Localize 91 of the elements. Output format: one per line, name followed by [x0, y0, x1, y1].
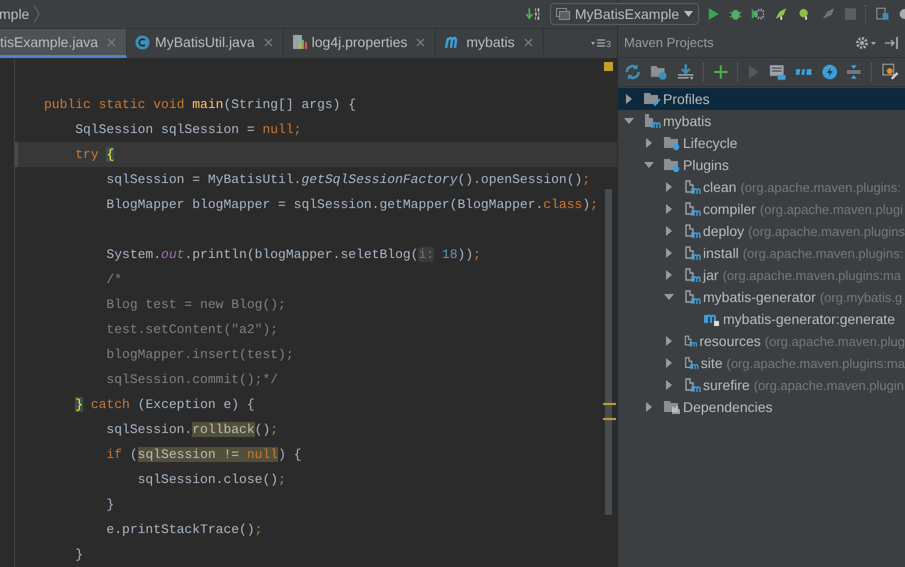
code-line: if (sqlSession != null) { [105, 446, 302, 464]
close-icon[interactable] [416, 38, 426, 46]
tree-item[interactable]: Dependencies [618, 396, 905, 418]
close-icon[interactable] [264, 38, 273, 46]
tree-item[interactable]: jar (org.apache.maven.plugins:ma [618, 264, 905, 286]
code-line: /* [105, 271, 124, 289]
plugin-icon [683, 223, 701, 239]
code-line: public static void main(String[] args) { [43, 96, 358, 114]
panel-title: Maven Projects [624, 35, 715, 50]
close-icon[interactable] [524, 38, 533, 46]
caret-icon [684, 11, 694, 17]
run-configuration-dropdown[interactable]: MyBatisExample [550, 3, 700, 25]
code-line: sqlSession.rollback(); [105, 421, 280, 439]
collapse-icon[interactable] [846, 64, 862, 80]
collapsed-arrow-icon[interactable] [624, 94, 634, 104]
collapsed-arrow-icon[interactable] [664, 226, 674, 236]
scrollbar[interactable] [605, 189, 612, 515]
collapsed-arrow-icon[interactable] [644, 138, 654, 148]
warning-marker [604, 62, 613, 71]
module-icon [643, 113, 661, 129]
code-line: e.printStackTrace(); [105, 521, 264, 539]
settings-icon[interactable] [855, 36, 877, 50]
code-line: Blog test = new Blog(); [105, 296, 287, 314]
plus-icon[interactable] [714, 65, 728, 79]
editor-tab[interactable]: mybatis [436, 29, 544, 58]
editor-tab[interactable]: log4j.properties [284, 29, 436, 58]
code-line: } catch (Exception e) { [74, 396, 256, 414]
plugin-icon [683, 267, 701, 283]
plugin-icon [683, 355, 699, 371]
tree-item[interactable]: clean (org.apache.maven.plugins: [618, 176, 905, 198]
tree-item[interactable]: install (org.apache.maven.plugins: [618, 242, 905, 264]
code-line: System.out.println(blogMapper.seletBlog(i: 18)); [105, 246, 482, 264]
lightning-icon[interactable] [822, 64, 838, 80]
code-line: } [105, 496, 116, 514]
tree-item[interactable]: Profiles [618, 88, 905, 110]
collapsed-arrow-icon[interactable] [664, 204, 674, 214]
plugin-icon [683, 201, 701, 217]
windows-icon [556, 8, 570, 20]
document-icon[interactable] [768, 63, 786, 81]
sort-icon[interactable] [526, 6, 541, 22]
code-line: BlogMapper blogMapper = sqlSession.getMapper(BlogMapper.class); [105, 196, 599, 214]
editor-tab[interactable]: tisExample.java [0, 29, 128, 58]
plugin-icon [683, 289, 701, 305]
usage-marker [603, 403, 616, 405]
collapsed-arrow-icon[interactable] [644, 402, 654, 412]
project-structure-icon[interactable] [876, 6, 890, 22]
tree-item[interactable]: surefire (org.apache.maven.plugin [618, 374, 905, 396]
chevron-icon [33, 4, 40, 24]
tab-overflow-button[interactable]: 3 [584, 29, 617, 58]
expanded-arrow-icon[interactable] [644, 160, 654, 170]
plugin-icon [683, 333, 698, 349]
tree-item[interactable]: resources (org.apache.maven.plug [618, 330, 905, 352]
tree-item[interactable]: compiler (org.apache.maven.plugi [618, 198, 905, 220]
expanded-arrow-icon[interactable] [664, 292, 674, 302]
tree-item[interactable]: mybatis-generator:generate [618, 308, 905, 330]
tree-item[interactable]: Lifecycle [618, 132, 905, 154]
collapsed-arrow-icon[interactable] [664, 182, 674, 192]
properties-file-icon [292, 34, 307, 50]
hide-panel-icon[interactable] [885, 36, 899, 50]
tree-item[interactable]: Plugins [618, 154, 905, 176]
code-line: SqlSession sqlSession = null; [74, 121, 302, 139]
code-line: sqlSession.commit();*/ [105, 371, 280, 389]
collapsed-arrow-icon[interactable] [664, 248, 674, 258]
run-icon[interactable] [708, 6, 720, 22]
breadcrumb-item[interactable]: mple [0, 6, 30, 22]
collapsed-arrow-icon[interactable] [664, 270, 674, 280]
plugin-icon [683, 377, 701, 393]
code-line: test.setContent("a2"); [105, 321, 280, 339]
list-icon [590, 39, 605, 48]
class-icon [135, 34, 150, 50]
download-icon[interactable] [676, 63, 694, 81]
collapsed-arrow-icon[interactable] [664, 380, 674, 390]
tree-item[interactable]: mybatis-generator (org.mybatis.g [618, 286, 905, 308]
editor-tab[interactable]: MyBatisUtil.java [127, 29, 284, 58]
tree-item[interactable]: mybatis [618, 110, 905, 132]
dependencies-icon [663, 399, 681, 415]
folder-check-icon [643, 91, 661, 107]
plugin-icon [683, 179, 701, 195]
code-line: sqlSession.close(); [136, 471, 287, 489]
collapsed-arrow-icon[interactable] [664, 336, 674, 346]
code-line: blogMapper.insert(test); [105, 346, 295, 364]
refresh-icon[interactable] [624, 63, 642, 81]
plugin-icon [683, 245, 701, 261]
coverage-icon[interactable] [750, 6, 764, 22]
expanded-arrow-icon[interactable] [624, 116, 634, 126]
collapsed-arrow-icon[interactable] [664, 358, 674, 368]
tree-item[interactable]: site (org.apache.maven.plugins:ma [618, 352, 905, 374]
usage-marker [603, 418, 616, 420]
tree-item[interactable]: deploy (org.apache.maven.plugins [618, 220, 905, 242]
code-line: } [74, 546, 84, 564]
code-line: sqlSession = MyBatisUtil.getSqlSessionFactory().openSession(); [105, 171, 592, 189]
